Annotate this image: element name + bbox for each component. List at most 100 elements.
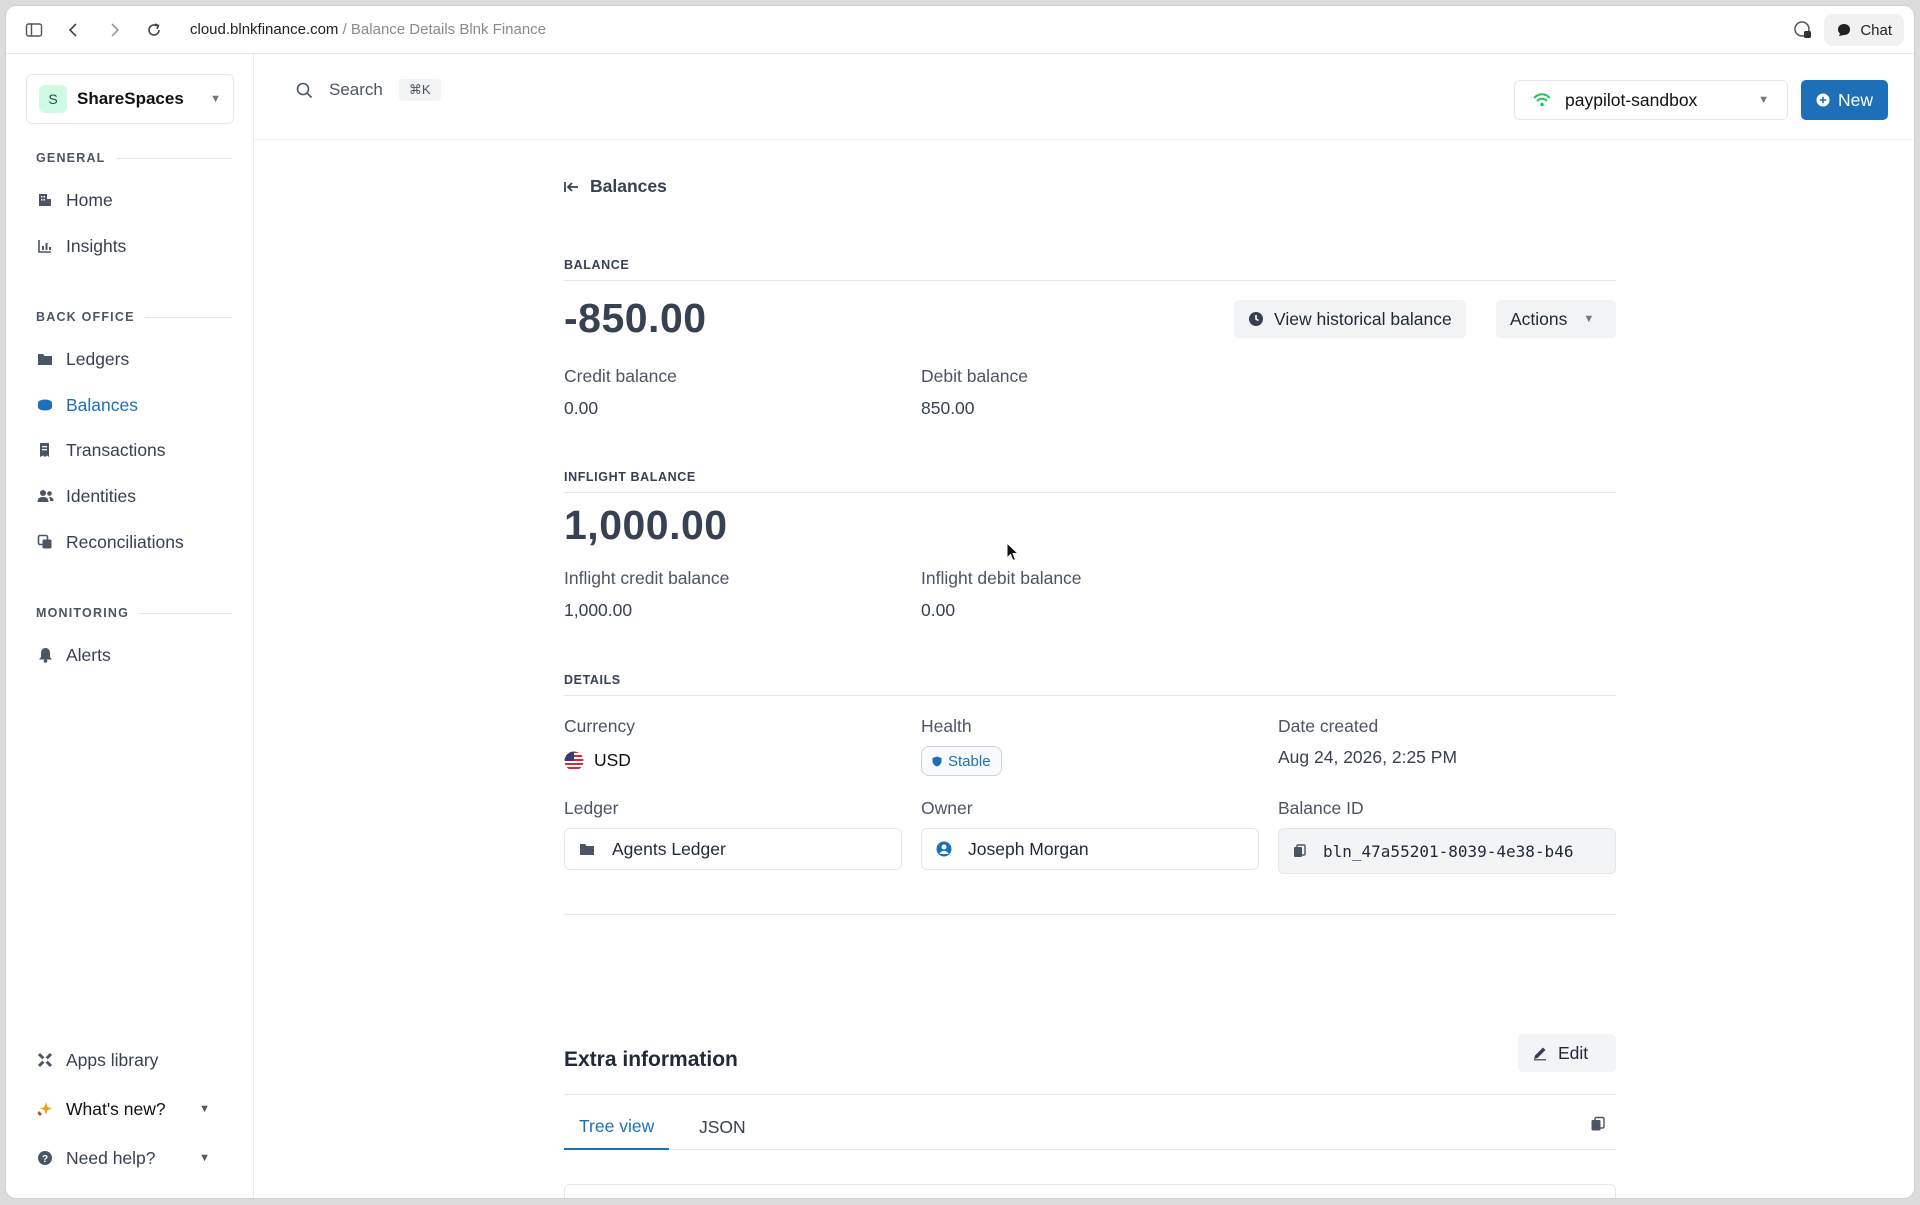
sidebar-item-whats-new[interactable]: What's new? ▼ [36, 1091, 236, 1127]
sidebar-item-insights[interactable]: Insights [36, 228, 236, 264]
browser-window: cloud.blnkfinance.com / Balance Details … [6, 6, 1914, 1198]
extra-information-title: Extra information [564, 1048, 738, 1071]
search-shortcut: ⌘K [398, 79, 441, 101]
chevron-down-icon: ▼ [199, 1103, 210, 1115]
balance-id-copy-field[interactable]: bln_47a55201-8039-4e38-b46 [1278, 828, 1616, 874]
actions-dropdown[interactable]: Actions ▼ [1496, 300, 1616, 338]
pencil-icon [1532, 1045, 1548, 1061]
copy-icon [36, 533, 54, 551]
folder-icon [579, 842, 596, 857]
balance-section-title: BALANCE [564, 258, 1616, 281]
back-arrow-icon [564, 181, 580, 193]
sidebar-item-label: Insights [66, 235, 127, 256]
date-created-label: Date created [1278, 716, 1379, 736]
chart-icon [36, 237, 54, 255]
sidebar-toggle-icon[interactable] [14, 6, 54, 54]
workspace-switcher[interactable]: S ShareSpaces ▼ [26, 74, 234, 124]
edit-label: Edit [1558, 1042, 1589, 1063]
inflight-credit-label: Inflight credit balance [564, 568, 730, 588]
sidebar-item-label: Apps library [66, 1049, 159, 1070]
chat-bubble-icon [1836, 22, 1852, 38]
chat-label: Chat [1860, 21, 1892, 39]
credit-balance-value: 0.00 [564, 398, 599, 418]
ledger-label: Ledger [564, 798, 619, 818]
ledger-link[interactable]: Agents Ledger [564, 828, 902, 870]
sidebar: S ShareSpaces ▼ GENERAL Home Insights BA… [6, 54, 254, 1198]
search-trigger[interactable]: Search ⌘K [296, 79, 441, 101]
url-page-title: / Balance Details Blnk Finance [338, 21, 547, 38]
address-bar[interactable]: cloud.blnkfinance.com / Balance Details … [190, 21, 546, 38]
sidebar-item-label: Home [66, 189, 113, 210]
forward-arrow-icon[interactable] [94, 6, 134, 54]
workspace-avatar: S [39, 85, 67, 113]
sidebar-item-alerts[interactable]: Alerts [36, 637, 236, 673]
reload-icon[interactable] [134, 6, 174, 54]
view-historical-balance-button[interactable]: View historical balance [1234, 300, 1466, 338]
building-icon [36, 191, 54, 209]
back-to-balances-link[interactable]: View historical balance Balances [564, 176, 667, 197]
owner-label: Owner [921, 798, 973, 818]
sidebar-item-label: Need help? [66, 1147, 156, 1168]
back-arrow-icon[interactable] [54, 6, 94, 54]
tab-tree-view[interactable]: Tree view [564, 1104, 670, 1150]
sidebar-item-label: Balances [66, 394, 138, 415]
owner-link[interactable]: Joseph Morgan [921, 828, 1259, 870]
tab-json[interactable]: JSON [699, 1104, 746, 1150]
sidebar-item-label: Ledgers [66, 348, 130, 369]
edit-button[interactable]: Edit [1518, 1034, 1616, 1072]
section-back-office: BACK OFFICE [36, 310, 232, 324]
new-button[interactable]: New [1801, 80, 1888, 120]
url-host: cloud.blnkfinance.com [190, 21, 339, 38]
app-header: Search ⌘K paypilot-sandbox ▼ New [254, 54, 1914, 140]
extra-info-tabs: Tree view JSON [564, 1104, 1616, 1150]
environment-selector[interactable]: paypilot-sandbox ▼ [1514, 80, 1788, 120]
sidebar-item-transactions[interactable]: Transactions [36, 432, 236, 468]
inflight-debit-label: Inflight debit balance [921, 568, 1082, 588]
balance-amount: -850.00 [564, 295, 707, 341]
browser-toolbar: cloud.blnkfinance.com / Balance Details … [6, 6, 1914, 54]
workspace-name: ShareSpaces [77, 89, 184, 108]
sidebar-item-identities[interactable]: Identities [36, 478, 236, 514]
sidebar-item-label: Transactions [66, 439, 166, 460]
health-value: Stable [948, 752, 991, 770]
currency-label: Currency [564, 716, 635, 736]
sidebar-item-need-help[interactable]: ? Need help? ▼ [36, 1140, 236, 1176]
sidebar-item-apps-library[interactable]: Apps library [36, 1042, 236, 1078]
puzzle-icon [36, 1051, 54, 1069]
section-monitoring: MONITORING [36, 606, 232, 620]
credit-balance-label: Credit balance [564, 366, 677, 386]
svg-text:?: ? [42, 1154, 48, 1165]
chevron-down-icon: ▼ [1758, 94, 1769, 106]
wifi-icon [1533, 93, 1551, 107]
balance-id-value: bln_47a55201-8039-4e38-b46 [1323, 841, 1574, 861]
copy-icon[interactable] [1590, 1116, 1606, 1132]
currency-code: USD [594, 750, 631, 770]
users-icon [36, 487, 54, 505]
help-icon: ? [36, 1149, 54, 1167]
sidebar-item-home[interactable]: Home [36, 182, 236, 218]
chevron-down-icon: ▼ [199, 1152, 210, 1164]
copy-icon[interactable] [1293, 844, 1307, 858]
sidebar-item-balances[interactable]: Balances [36, 387, 236, 423]
extension-icon[interactable] [1792, 19, 1814, 41]
chevron-down-icon: ▼ [210, 93, 221, 105]
search-label: Search [329, 80, 383, 99]
coins-icon [36, 396, 54, 414]
sidebar-item-ledgers[interactable]: Ledgers [36, 341, 236, 377]
chat-button[interactable]: Chat [1824, 14, 1904, 46]
debit-balance-label: Debit balance [921, 366, 1029, 386]
extra-divider [564, 1094, 1616, 1095]
health-label: Health [921, 716, 972, 736]
mouse-cursor-icon [1006, 542, 1020, 562]
search-icon [296, 82, 313, 99]
health-status-badge: Stable [921, 746, 1002, 776]
inflight-amount: 1,000.00 [564, 502, 728, 548]
details-section-title: DETAILS [564, 673, 1616, 696]
environment-name: paypilot-sandbox [1565, 89, 1698, 110]
sparkle-icon [36, 1100, 54, 1118]
inflight-credit-value: 1,000.00 [564, 600, 633, 620]
sidebar-item-reconciliations[interactable]: Reconciliations [36, 524, 236, 560]
user-circle-icon [936, 841, 952, 857]
actions-label: Actions [1510, 308, 1568, 329]
shield-icon [932, 756, 942, 767]
